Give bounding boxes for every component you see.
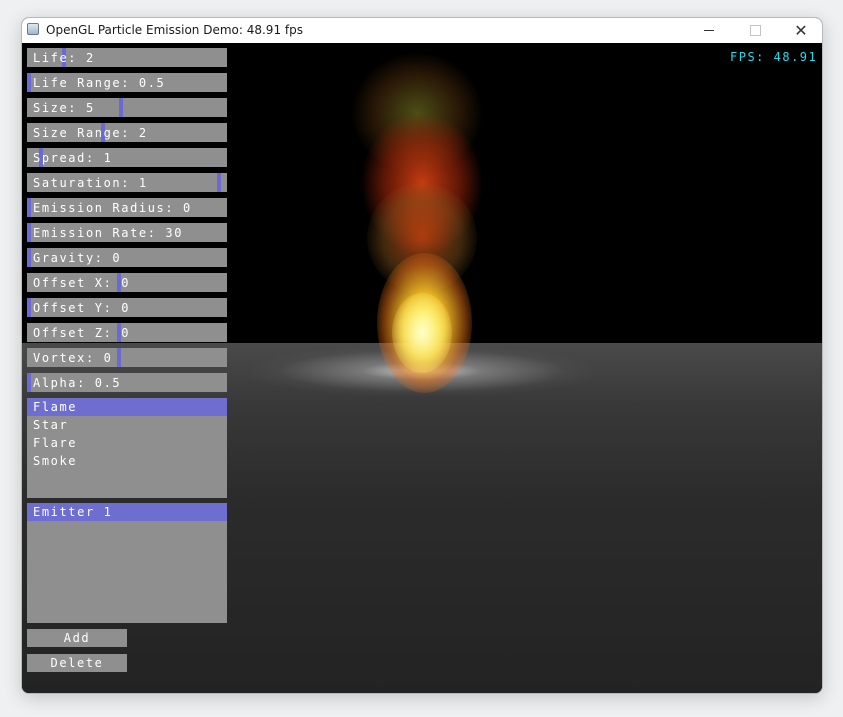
fps-counter: FPS: 48.91 (730, 50, 818, 64)
slider-spread[interactable]: Spread: 1 (27, 148, 227, 167)
slider-life-range[interactable]: Life Range: 0.5 (27, 73, 227, 92)
slider-label: Saturation: 1 (33, 176, 148, 190)
slider-label: Size: 5 (33, 101, 95, 115)
slider-thumb[interactable] (117, 348, 121, 367)
slider-saturation[interactable]: Saturation: 1 (27, 173, 227, 192)
slider-label: Spread: 1 (33, 151, 113, 165)
slider-vortex[interactable]: Vortex: 0 (27, 348, 227, 367)
delete-button[interactable]: Delete (27, 654, 127, 672)
add-button[interactable]: Add (27, 629, 127, 647)
close-icon: ✕ (794, 21, 808, 40)
window-title: OpenGL Particle Emission Demo: 48.91 fps (46, 23, 303, 37)
slider-emission-rate[interactable]: Emission Rate: 30 (27, 223, 227, 242)
slider-offset-y[interactable]: Offset Y: 0 (27, 298, 227, 317)
slider-label: Offset Y: 0 (33, 301, 131, 315)
slider-thumb[interactable] (27, 248, 31, 267)
app-window: OpenGL Particle Emission Demo: 48.91 fps… (21, 17, 823, 694)
render-viewport[interactable]: FPS: 48.91 Life: 2 Life Range: 0.5 Size:… (22, 43, 822, 693)
slider-label: Gravity: 0 (33, 251, 122, 265)
app-icon (27, 23, 39, 35)
slider-offset-z[interactable]: Offset Z: 0 (27, 323, 227, 342)
maximize-icon (749, 25, 761, 36)
slider-gravity[interactable]: Gravity: 0 (27, 248, 227, 267)
list-item-flame[interactable]: Flame (27, 398, 227, 416)
slider-thumb[interactable] (27, 198, 31, 217)
list-item-flare[interactable]: Flare (27, 434, 227, 452)
slider-label: Vortex: 0 (33, 351, 113, 365)
slider-label: Size Range: 2 (33, 126, 148, 140)
emitter-list[interactable]: Emitter 1 (27, 503, 227, 623)
slider-thumb[interactable] (27, 373, 31, 392)
slider-thumb[interactable] (27, 73, 31, 92)
slider-thumb[interactable] (119, 98, 123, 117)
list-item-star[interactable]: Star (27, 416, 227, 434)
list-item-emitter-1[interactable]: Emitter 1 (27, 503, 227, 521)
texture-list[interactable]: Flame Star Flare Smoke (27, 398, 227, 498)
slider-size-range[interactable]: Size Range: 2 (27, 123, 227, 142)
slider-label: Emission Radius: 0 (33, 201, 192, 215)
slider-alpha[interactable]: Alpha: 0.5 (27, 373, 227, 392)
slider-size[interactable]: Size: 5 (27, 98, 227, 117)
minimize-icon (704, 30, 714, 31)
close-button[interactable]: ✕ (778, 18, 822, 43)
list-item-smoke[interactable]: Smoke (27, 452, 227, 470)
slider-label: Emission Rate: 30 (33, 226, 184, 240)
slider-label: Offset X: 0 (33, 276, 131, 290)
slider-label: Life: 2 (33, 51, 95, 65)
slider-life[interactable]: Life: 2 (27, 48, 227, 67)
slider-offset-x[interactable]: Offset X: 0 (27, 273, 227, 292)
slider-label: Offset Z: 0 (33, 326, 131, 340)
maximize-button[interactable] (732, 18, 778, 43)
title-bar[interactable]: OpenGL Particle Emission Demo: 48.91 fps… (22, 18, 822, 43)
slider-thumb[interactable] (27, 298, 31, 317)
slider-label: Life Range: 0.5 (33, 76, 166, 90)
slider-thumb[interactable] (217, 173, 221, 192)
slider-emission-radius[interactable]: Emission Radius: 0 (27, 198, 227, 217)
slider-label: Alpha: 0.5 (33, 376, 122, 390)
minimize-button[interactable] (686, 18, 732, 43)
slider-thumb[interactable] (27, 223, 31, 242)
